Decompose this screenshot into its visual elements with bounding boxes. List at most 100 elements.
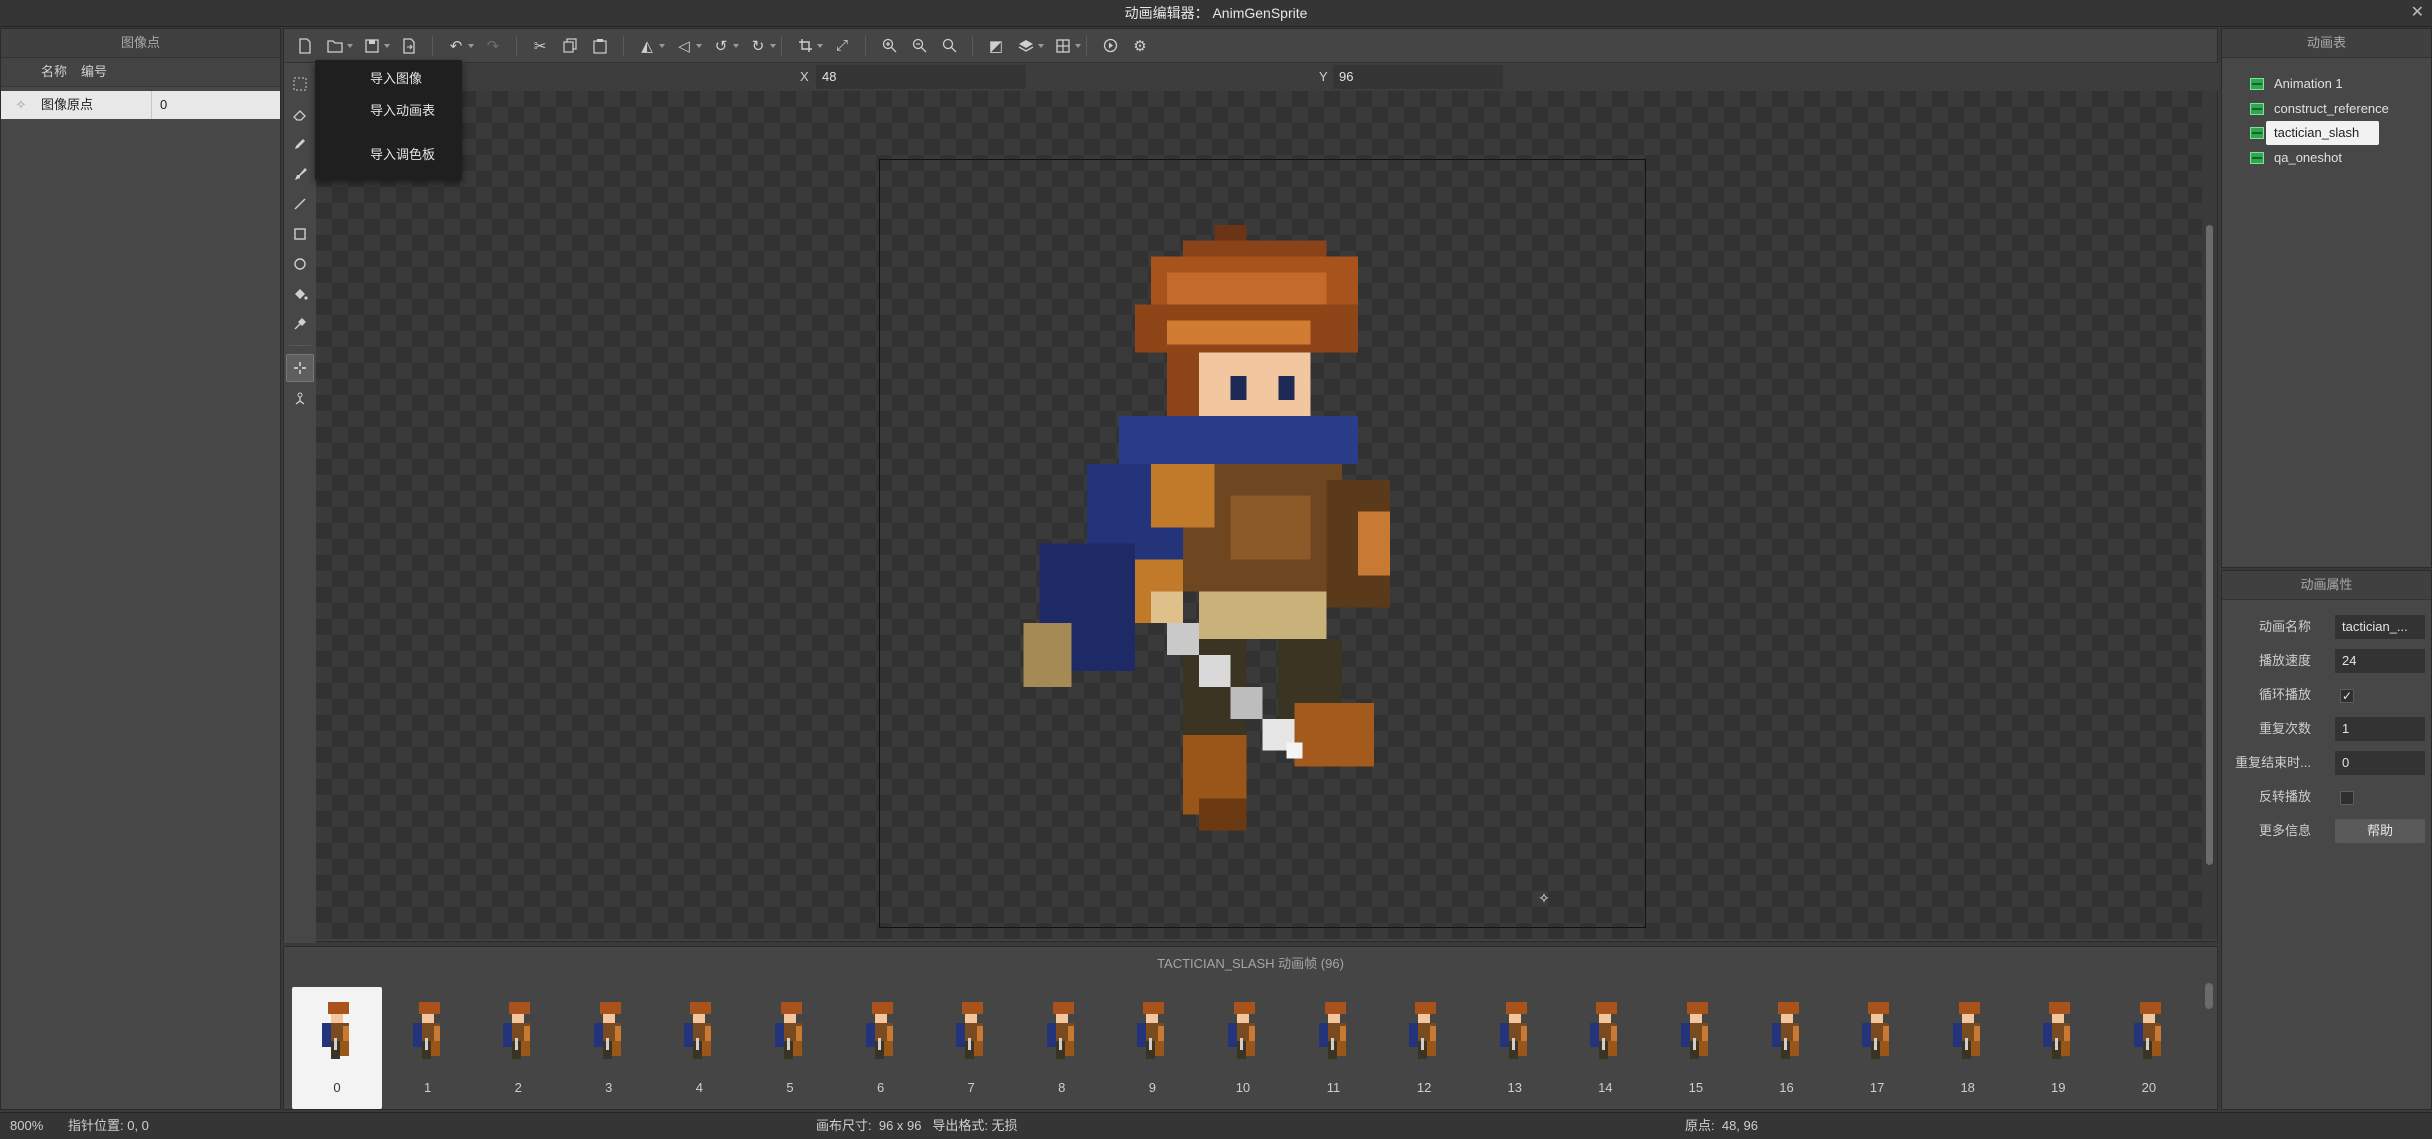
frame-thumbnail[interactable]: 5 (745, 987, 835, 1109)
frame-thumbnail[interactable]: 7 (926, 987, 1016, 1109)
animation-list-item[interactable]: tactician_slash (2250, 121, 2431, 145)
rectangle-icon[interactable] (287, 221, 313, 247)
repeat-end-label: 重复结束时... (2235, 755, 2311, 770)
export-icon[interactable] (397, 34, 421, 58)
animation-name-field[interactable]: tactician_... (2335, 615, 2425, 639)
rectangle-select-icon[interactable] (287, 71, 313, 97)
image-points-table-header: 名称 编号 (1, 58, 280, 87)
frame-number: 12 (1416, 1080, 1432, 1095)
frame-number: 8 (1058, 1080, 1066, 1095)
frame-thumbnail[interactable]: 4 (654, 987, 744, 1109)
frame-number: 2 (514, 1080, 522, 1095)
fill-bucket-icon[interactable] (287, 281, 313, 307)
zoom-fit-icon[interactable] (937, 34, 961, 58)
zoom-in-icon[interactable] (877, 34, 901, 58)
frame-thumbnail[interactable]: 18 (1923, 987, 2013, 1109)
menu-item-import-image[interactable]: 导入图像 (315, 64, 462, 94)
repeat-count-field[interactable]: 1 (2335, 717, 2425, 741)
eyedropper-icon[interactable] (287, 311, 313, 337)
ellipse-icon[interactable] (287, 251, 313, 277)
image-points-panel: 图像点 名称 编号 ✧ 图像原点 0 (0, 28, 281, 1110)
flip-vertical-icon[interactable]: ◁ (672, 34, 702, 58)
frame-thumbnail[interactable]: 13 (1470, 987, 1560, 1109)
gear-icon[interactable]: ⚙ (1128, 34, 1152, 58)
menu-item-import-animation-table[interactable]: 导入动画表 (315, 96, 462, 126)
frame-number: 19 (2051, 1080, 2066, 1095)
frame-thumbnail[interactable]: 3 (564, 987, 654, 1109)
origin-marker-icon[interactable]: ✧ (1537, 891, 1551, 905)
paste-icon[interactable] (588, 34, 612, 58)
frame-thumbnail[interactable]: 2 (473, 987, 563, 1109)
grid-icon[interactable] (1051, 34, 1081, 58)
frame-thumbnail[interactable]: 15 (1651, 987, 1741, 1109)
new-file-icon[interactable] (293, 34, 317, 58)
frame-number: 10 (1235, 1080, 1251, 1095)
zoom-out-icon[interactable] (907, 34, 931, 58)
open-folder-icon[interactable] (323, 34, 353, 58)
reverse-checkbox[interactable] (2340, 791, 2354, 805)
rotate-right-icon[interactable]: ↻ (746, 34, 776, 58)
line-icon[interactable] (287, 191, 313, 217)
cut-icon[interactable]: ✂ (528, 34, 552, 58)
canvas-vertical-scrollbar[interactable] (2202, 91, 2217, 939)
bone-tool-icon[interactable] (287, 386, 313, 412)
animation-list-item[interactable]: qa_oneshot (2250, 146, 2431, 170)
animation-strip-icon (2250, 78, 2264, 90)
frame-thumbnail[interactable]: 14 (1560, 987, 1650, 1109)
pencil-icon[interactable] (287, 131, 313, 157)
frame-thumbnail[interactable]: 16 (1742, 987, 1832, 1109)
background-toggle-icon[interactable]: ◩ (984, 34, 1008, 58)
frame-number: 15 (1688, 1080, 1704, 1095)
brush-icon[interactable] (287, 161, 313, 187)
frame-thumbnail[interactable]: 0 (292, 987, 382, 1109)
animation-name: construct_reference (2274, 100, 2389, 116)
scrollbar-thumb[interactable] (2206, 225, 2213, 865)
frame-thumbnail[interactable]: 19 (2013, 987, 2103, 1109)
rotate-left-icon[interactable]: ↺ (709, 34, 739, 58)
frame-thumbnail[interactable]: 12 (1379, 987, 1469, 1109)
frame-thumbnail[interactable]: 8 (1017, 987, 1107, 1109)
loop-label: 循环播放 (2258, 687, 2311, 702)
y-input[interactable]: 96 (1333, 65, 1503, 89)
resize-icon[interactable]: ⤢ (830, 34, 854, 58)
property-repeat-end-row: 重复结束时... 0 (2222, 746, 2431, 780)
redo-icon[interactable]: ↷ (481, 34, 505, 58)
frame-thumbnail[interactable]: 17 (1832, 987, 1922, 1109)
frame-sprite-image (1041, 1001, 1083, 1063)
frame-thumbnail[interactable]: 9 (1107, 987, 1197, 1109)
frame-thumbnail[interactable]: 6 (836, 987, 926, 1109)
menu-item-import-palette[interactable]: 导入调色板 (315, 140, 462, 170)
help-button[interactable]: 帮助 (2335, 819, 2425, 843)
column-name-header[interactable]: 名称 (1, 58, 81, 86)
table-row[interactable]: ✧ 图像原点 0 (1, 91, 280, 119)
frames-scrollbar[interactable] (2205, 983, 2213, 1009)
x-input[interactable]: 48 (816, 65, 1026, 89)
character-sprite (1023, 224, 1390, 831)
frame-thumbnail[interactable]: 11 (1289, 987, 1379, 1109)
layers-icon[interactable] (1014, 34, 1044, 58)
eraser-icon[interactable] (287, 101, 313, 127)
frame-thumbnail[interactable]: 1 (383, 987, 473, 1109)
column-id-header[interactable]: 编号 (81, 58, 107, 86)
play-icon[interactable] (1098, 34, 1122, 58)
speed-field[interactable]: 24 (2335, 649, 2425, 673)
close-icon[interactable]: ✕ (2411, 0, 2424, 26)
image-point-tool-icon[interactable] (286, 354, 314, 382)
animation-name: tactician_slash (2266, 121, 2380, 145)
animation-list-item[interactable]: construct_reference (2250, 97, 2431, 121)
flip-horizontal-icon[interactable]: ◭ (635, 34, 665, 58)
repeat-end-field[interactable]: 0 (2335, 751, 2425, 775)
frame-strip: 0 1 2 3 4 5 6 7 8 9 10 11 12 13 14 15 16 17 18 19 20 (292, 987, 2194, 1109)
crop-icon[interactable] (793, 34, 823, 58)
save-icon[interactable] (360, 34, 390, 58)
undo-icon[interactable]: ↶ (444, 34, 474, 58)
frame-thumbnail[interactable]: 20 (2104, 987, 2194, 1109)
frame-thumbnail[interactable]: 10 (1198, 987, 1288, 1109)
animation-list-item[interactable]: Animation 1 (2250, 72, 2431, 96)
frame-sprite-image (1766, 1001, 1808, 1063)
loop-checkbox[interactable]: ✓ (2340, 689, 2354, 703)
frame-sprite-image (1856, 1001, 1898, 1063)
window-titlebar: 动画编辑器： AnimGenSprite ✕ (0, 0, 2432, 27)
canvas-bounds (879, 159, 1646, 928)
copy-icon[interactable] (558, 34, 582, 58)
